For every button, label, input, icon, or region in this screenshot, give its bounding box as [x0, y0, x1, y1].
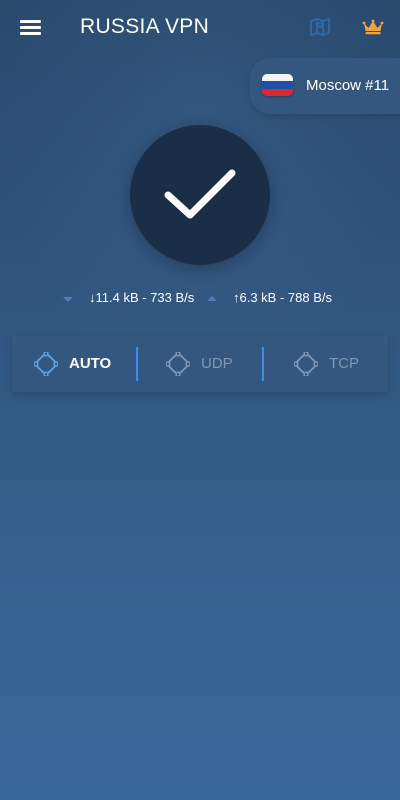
hamburger-menu-icon[interactable] — [20, 18, 42, 36]
russia-flag-icon — [262, 74, 293, 96]
protocol-tcp-button[interactable]: TCP — [264, 336, 388, 392]
top-app-bar: RUSSIA VPN — [0, 0, 400, 56]
protocol-tcp-label: TCP — [329, 355, 359, 372]
protocol-selector: AUTO UDP TCP — [12, 336, 388, 392]
checkmark-icon — [164, 169, 236, 219]
protocol-udp-icon — [166, 352, 190, 376]
map-icon[interactable] — [309, 16, 331, 38]
protocol-udp-button[interactable]: UDP — [138, 336, 262, 392]
traffic-stats: ↓11.4 kB - 733 B/s ↑6.3 kB - 788 B/s — [0, 290, 400, 312]
server-name: Moscow #11 — [306, 77, 390, 94]
protocol-auto-label: AUTO — [69, 355, 112, 372]
connect-toggle-button[interactable] — [130, 125, 270, 265]
download-arrow-icon — [63, 297, 73, 302]
upload-stat: ↑6.3 kB - 788 B/s — [233, 290, 332, 305]
protocol-udp-label: UDP — [201, 355, 233, 372]
upload-arrow-icon — [207, 296, 217, 301]
app-title: RUSSIA VPN — [80, 15, 210, 38]
download-stat: ↓11.4 kB - 733 B/s — [89, 290, 195, 305]
protocol-auto-icon — [34, 352, 58, 376]
protocol-tcp-icon — [294, 352, 318, 376]
crown-icon[interactable] — [362, 19, 384, 35]
protocol-auto-button[interactable]: AUTO — [12, 336, 136, 392]
server-selector-button[interactable]: Moscow #11 — [250, 58, 400, 114]
